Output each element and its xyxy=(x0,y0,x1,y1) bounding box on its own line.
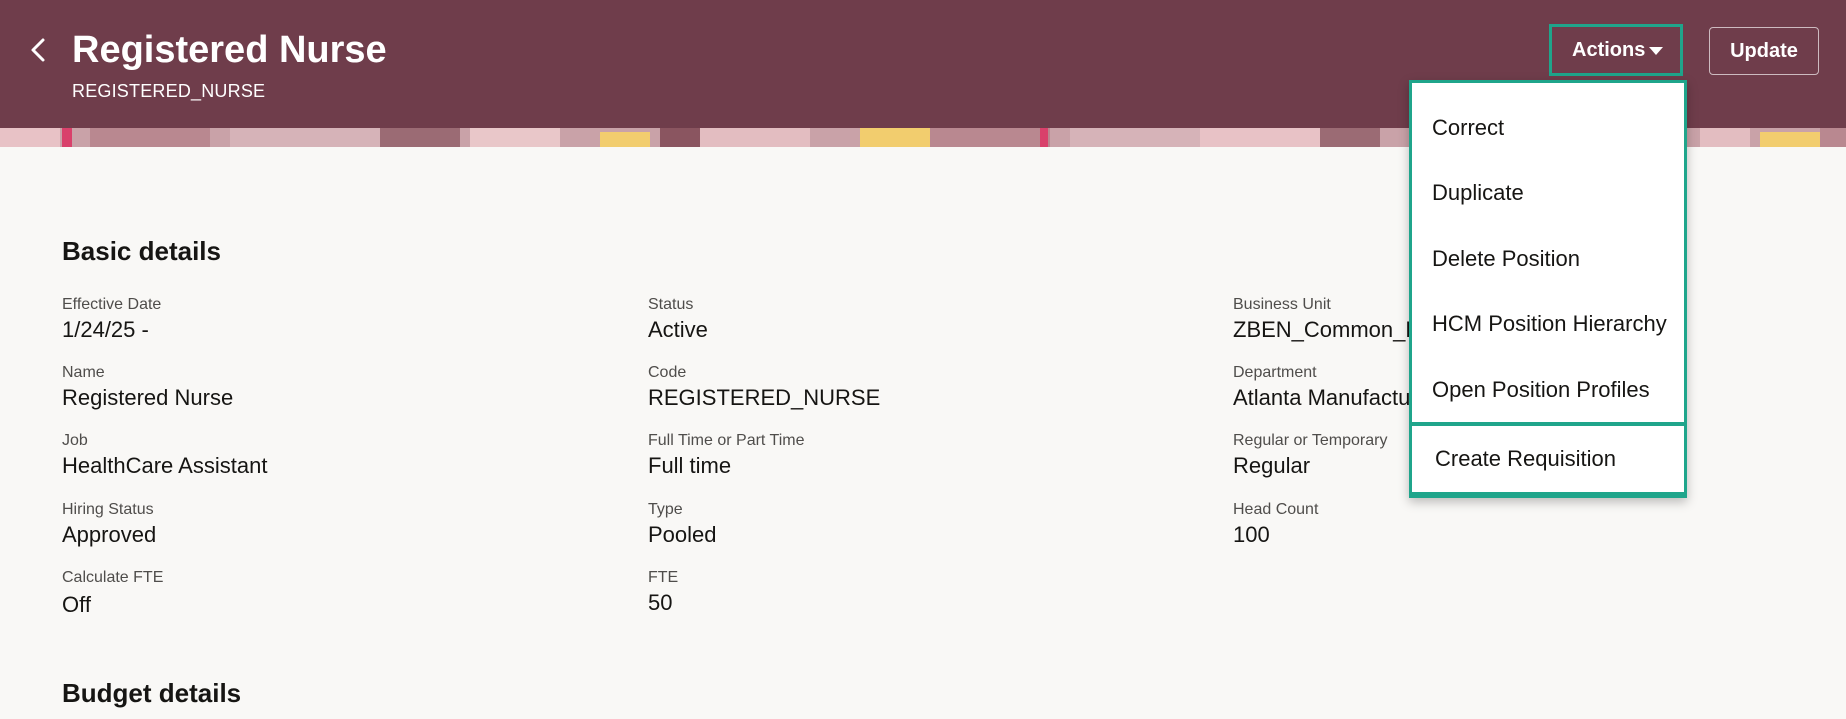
field-value: Active xyxy=(648,317,708,342)
field-label: Type xyxy=(648,501,683,518)
budget-details-heading: Budget details xyxy=(62,678,242,708)
field-value: 1/24/25 - xyxy=(62,317,149,342)
name-field: Name Registered Nurse xyxy=(62,363,233,412)
field-label: Job xyxy=(62,432,88,449)
field-value: Atlanta Manufactu xyxy=(1233,385,1411,410)
field-value: 100 xyxy=(1233,522,1270,547)
actions-button[interactable]: Actions xyxy=(1549,24,1683,76)
basic-details-heading: Basic details xyxy=(62,236,221,266)
chevron-left-icon xyxy=(31,38,45,62)
field-label: Code xyxy=(648,364,687,381)
business-unit-field: Business Unit ZBEN_Common_B xyxy=(1233,295,1420,344)
field-label: Full Time or Part Time xyxy=(648,432,805,449)
job-field: Job HealthCare Assistant xyxy=(62,431,267,480)
head-count-field: Head Count 100 xyxy=(1233,500,1318,549)
field-value: Off xyxy=(62,592,91,617)
status-field: Status Active xyxy=(648,295,708,344)
actions-button-label: Actions xyxy=(1572,38,1646,61)
field-value: Full time xyxy=(648,453,732,478)
calculate-fte-field: Calculate FTE Off xyxy=(62,568,163,619)
field-value: HealthCare Assistant xyxy=(62,453,268,478)
field-label: Department xyxy=(1233,364,1317,381)
code-field: Code REGISTERED_NURSE xyxy=(648,363,880,412)
caret-down-icon xyxy=(1649,47,1663,55)
page-subtitle: REGISTERED_NURSE xyxy=(72,81,266,101)
field-label: Business Unit xyxy=(1233,296,1331,313)
field-value: 50 xyxy=(648,590,673,615)
menu-item-create-requisition[interactable]: Create Requisition xyxy=(1409,422,1687,495)
fte-field: FTE 50 xyxy=(648,568,678,617)
field-label: FTE xyxy=(648,569,679,586)
actions-dropdown-menu: Correct Duplicate Delete Position HCM Po… xyxy=(1409,80,1687,498)
field-value: REGISTERED_NURSE xyxy=(648,385,881,410)
page-title: Registered Nurse xyxy=(72,29,387,71)
update-button[interactable]: Update xyxy=(1709,27,1819,75)
field-label: Name xyxy=(62,364,105,381)
menu-item-hcm-position-hierarchy[interactable]: HCM Position Hierarchy xyxy=(1412,291,1684,356)
field-value: Registered Nurse xyxy=(62,385,234,410)
menu-item-delete-position[interactable]: Delete Position xyxy=(1412,226,1684,291)
back-button[interactable] xyxy=(20,32,56,68)
hiring-status-field: Hiring Status Approved xyxy=(62,500,156,549)
field-value: Approved xyxy=(62,522,157,547)
field-label: Hiring Status xyxy=(62,501,154,518)
department-field: Department Atlanta Manufactu xyxy=(1233,363,1410,412)
regular-temporary-field: Regular or Temporary Regular xyxy=(1233,431,1387,480)
menu-item-open-position-profiles[interactable]: Open Position Profiles xyxy=(1412,357,1684,422)
full-part-time-field: Full Time or Part Time Full time xyxy=(648,431,804,480)
field-value: Regular xyxy=(1233,453,1311,478)
field-label: Effective Date xyxy=(62,296,162,313)
menu-item-correct[interactable]: Correct xyxy=(1412,95,1684,160)
type-field: Type Pooled xyxy=(648,500,717,549)
field-label: Status xyxy=(648,296,694,313)
effective-date-field: Effective Date 1/24/25 - xyxy=(62,295,161,344)
field-label: Regular or Temporary xyxy=(1233,432,1388,449)
menu-item-duplicate[interactable]: Duplicate xyxy=(1412,160,1684,225)
field-value: ZBEN_Common_B xyxy=(1233,317,1421,342)
field-value: Pooled xyxy=(648,522,717,547)
field-label: Head Count xyxy=(1233,501,1319,518)
field-label: Calculate FTE xyxy=(62,569,164,586)
